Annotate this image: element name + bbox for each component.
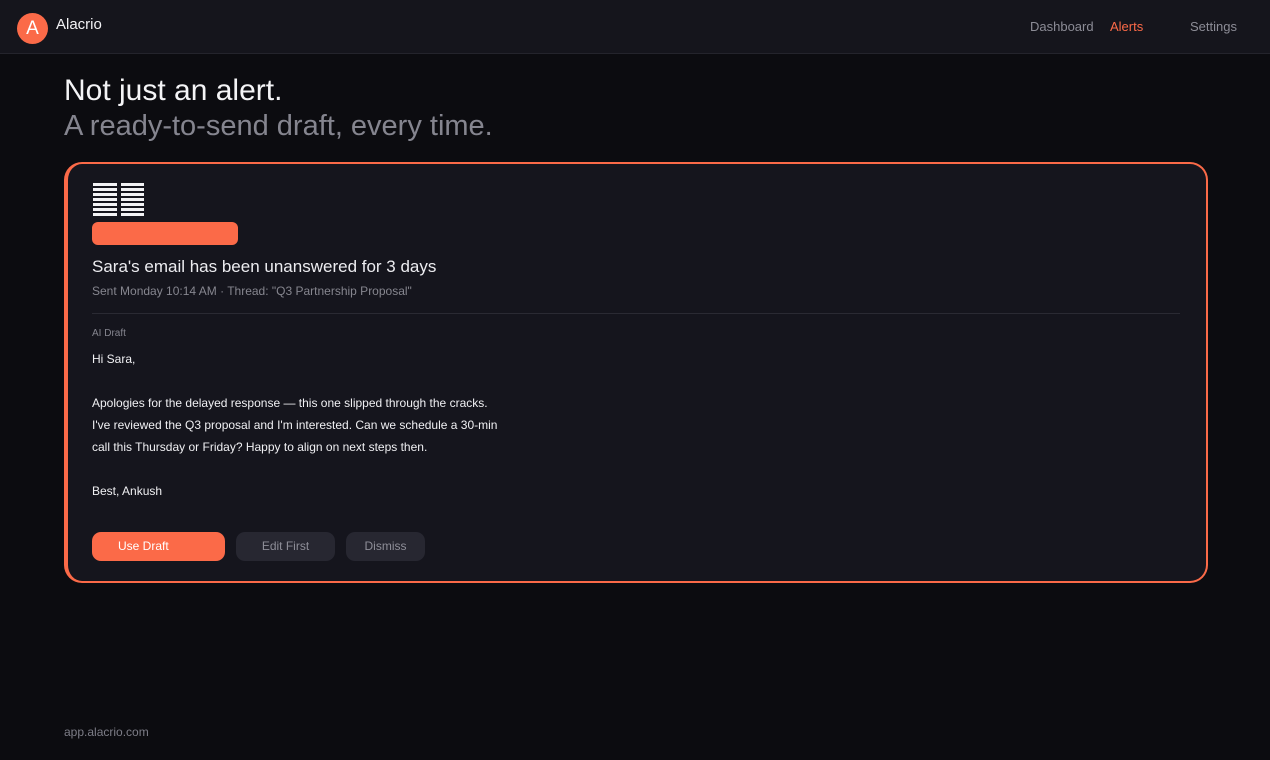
app-name[interactable]: Alacrio: [56, 16, 102, 33]
draft-line: Best, Ankush: [92, 484, 163, 498]
alert-meta: Sent Monday 10:14 AM · Thread: "Q3 Partn…: [92, 284, 412, 298]
alert-badge: [92, 222, 238, 245]
draft-body: Hi Sara, Apologies for the delayed respo…: [92, 348, 652, 502]
draft-line: [92, 370, 652, 392]
nav-dashboard[interactable]: Dashboard: [1030, 19, 1094, 34]
dismiss-button[interactable]: Dismiss: [346, 532, 425, 561]
nav-alerts[interactable]: Alerts: [1110, 19, 1143, 34]
footer-url: app.alacrio.com: [64, 725, 149, 739]
draft-line: [92, 458, 652, 480]
top-bar: A Alacrio Dashboard Alerts Settings: [0, 0, 1270, 54]
hero-subheadline: A ready-to-send draft, every time.: [64, 110, 493, 142]
app-logo[interactable]: A: [17, 13, 48, 44]
draft-line: I've reviewed the Q3 proposal and I'm in…: [92, 418, 498, 432]
draft-line: Hi Sara,: [92, 352, 136, 366]
use-draft-button[interactable]: Use Draft: [92, 532, 225, 561]
document-lines-icon: [93, 183, 144, 216]
divider: [92, 313, 1180, 314]
hero-headline: Not just an alert.: [64, 74, 283, 107]
draft-line: Apologies for the delayed response — thi…: [92, 396, 488, 410]
alert-card: Sara's email has been unanswered for 3 d…: [64, 162, 1208, 583]
nav-settings[interactable]: Settings: [1190, 19, 1237, 34]
draft-line: call this Thursday or Friday? Happy to a…: [92, 440, 428, 454]
edit-first-button[interactable]: Edit First: [236, 532, 335, 561]
draft-label: AI Draft: [92, 328, 126, 339]
alert-title: Sara's email has been unanswered for 3 d…: [92, 257, 437, 276]
